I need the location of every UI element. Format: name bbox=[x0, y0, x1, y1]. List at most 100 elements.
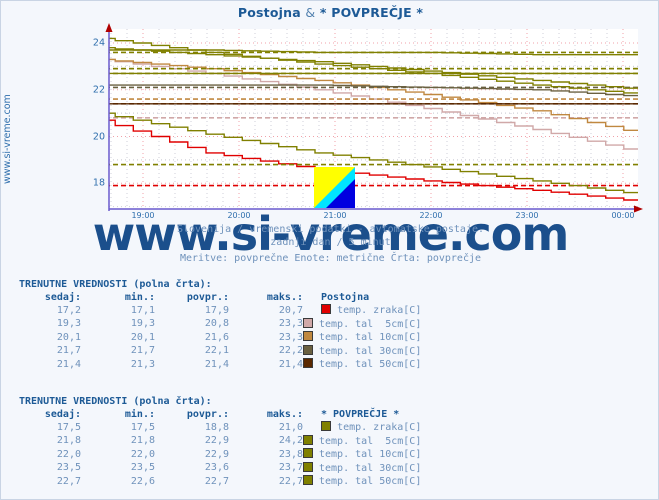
series-legend-cell: temp. tal 50cm[C] bbox=[303, 358, 421, 372]
series-legend-cell: temp. tal 5cm[C] bbox=[303, 434, 422, 449]
series-legend-cell: temp. tal 50cm[C] bbox=[303, 475, 421, 489]
table-station: sedaj: min.: povpr.: maks.: Postojna 17,… bbox=[19, 292, 421, 372]
legend-color-swatch bbox=[303, 358, 313, 368]
series-label: temp. tal 30cm[C] bbox=[319, 462, 422, 474]
legend-color-swatch bbox=[321, 421, 332, 431]
series-label: temp. tal 5cm[C] bbox=[319, 435, 422, 447]
table-row: 22,7 22,6 22,7 22,7 temp. tal 50cm[C] bbox=[19, 475, 421, 489]
table-row: 22,0 22,0 22,9 23,8 temp. tal 10cm[C] bbox=[19, 448, 421, 462]
series-legend-cell: temp. zraka[C] bbox=[303, 304, 421, 318]
cell-min: 17,1 bbox=[130, 304, 155, 316]
cell-maks: 20,7 bbox=[278, 304, 303, 316]
table-average: sedaj: min.: povpr.: maks.: * POVPREČJE … bbox=[19, 409, 421, 489]
title-average: * POVPREČJE * bbox=[319, 5, 424, 20]
cell-sedaj: 21,7 bbox=[56, 345, 81, 356]
col-header-group: Postojna bbox=[321, 292, 370, 303]
table-row: 17,2 17,1 17,9 20,7 temp. zraka[C] bbox=[19, 304, 421, 318]
cell-maks: 23,3 bbox=[278, 331, 303, 343]
axis-decorations bbox=[105, 23, 643, 213]
x-tick-label: 21:00 bbox=[323, 211, 347, 220]
legend-color-swatch bbox=[321, 304, 332, 314]
x-tick-label: 23:00 bbox=[515, 211, 539, 220]
series-label: temp. tal 50cm[C] bbox=[319, 359, 422, 370]
chart-subtitle: Slovenija / vremenski podatki - avtomats… bbox=[1, 223, 658, 249]
table-row: 23,5 23,5 23,6 23,7 temp. tal 30cm[C] bbox=[19, 461, 422, 476]
cell-maks: 22,7 bbox=[278, 475, 303, 487]
legend-color-swatch bbox=[303, 331, 313, 341]
cell-maks: 23,8 bbox=[278, 448, 303, 460]
cell-sedaj: 22,0 bbox=[56, 448, 81, 460]
cell-maks: 24,2 bbox=[278, 435, 303, 446]
series-label: temp. tal 50cm[C] bbox=[319, 476, 422, 487]
series-legend-cell: temp. zraka[C] bbox=[303, 421, 421, 435]
table-heading-station: TRENUTNE VREDNOSTI (polna črta): bbox=[19, 279, 212, 290]
cell-povpr: 18,8 bbox=[204, 421, 229, 433]
cell-min: 21,3 bbox=[130, 358, 155, 370]
cell-min: 22,6 bbox=[130, 475, 155, 487]
table-header-row: sedaj: min.: povpr.: maks.: * POVPREČJE … bbox=[19, 409, 421, 421]
cell-povpr: 17,9 bbox=[204, 304, 229, 316]
col-header-min: min.: bbox=[124, 409, 155, 420]
cell-sedaj: 17,2 bbox=[56, 304, 81, 316]
cell-povpr: 22,1 bbox=[204, 345, 229, 356]
table-body-average: 17,5 17,5 18,8 21,0 temp. zraka[C] 21,8 21,8 22… bbox=[19, 421, 421, 489]
cell-sedaj: 21,8 bbox=[56, 435, 81, 446]
cell-povpr: 20,8 bbox=[204, 318, 229, 329]
col-header-maks: maks.: bbox=[266, 409, 303, 420]
col-header-group: * POVPREČJE * bbox=[321, 409, 400, 420]
cell-sedaj: 17,5 bbox=[56, 421, 81, 433]
legend-color-swatch bbox=[303, 461, 313, 472]
col-header-povpr: povpr.: bbox=[186, 409, 229, 420]
table-row: 20,1 20,1 21,6 23,3 temp. tal 10cm[C] bbox=[19, 331, 421, 345]
col-header-sedaj: sedaj: bbox=[44, 292, 81, 303]
cell-min: 23,5 bbox=[130, 462, 155, 473]
table-row: 21,4 21,3 21,4 21,4 temp. tal 50cm[C] bbox=[19, 358, 421, 372]
subtitle-line-2: zadnji dan / 5 minut bbox=[270, 237, 391, 248]
table-heading-average: TRENUTNE VREDNOSTI (polna črta): bbox=[19, 396, 212, 407]
cell-maks: 21,4 bbox=[278, 358, 303, 370]
series-legend-cell: temp. tal 10cm[C] bbox=[303, 331, 421, 345]
cell-povpr: 21,4 bbox=[204, 358, 229, 370]
cell-sedaj: 21,4 bbox=[56, 358, 81, 370]
legend-color-swatch bbox=[303, 448, 313, 458]
cell-povpr: 22,7 bbox=[204, 475, 229, 487]
values-table-average: TRENUTNE VREDNOSTI (polna črta): sedaj: … bbox=[19, 396, 421, 489]
series-label: temp. zraka[C] bbox=[337, 305, 422, 316]
table-row: 19,3 19,3 20,8 23,3 temp. tal 5cm[C] bbox=[19, 317, 422, 332]
x-tick-label: 00:00 bbox=[611, 211, 635, 220]
cell-povpr: 21,6 bbox=[204, 331, 229, 343]
series-legend-cell: temp. tal 30cm[C] bbox=[303, 344, 422, 359]
table-row: 21,7 21,7 22,1 22,2 temp. tal 30cm[C] bbox=[19, 344, 422, 359]
cell-min: 17,5 bbox=[130, 421, 155, 433]
page-title: Postojna & * POVPREČJE * bbox=[1, 5, 658, 20]
series-label: temp. tal 30cm[C] bbox=[319, 345, 422, 357]
cell-povpr: 22,9 bbox=[204, 435, 229, 446]
cell-min: 21,7 bbox=[130, 345, 155, 356]
col-header-povpr: povpr.: bbox=[186, 292, 229, 303]
series-label: temp. tal 10cm[C] bbox=[319, 449, 422, 460]
x-tick-label: 19:00 bbox=[131, 211, 155, 220]
col-header-sedaj: sedaj: bbox=[44, 409, 81, 420]
series-label: temp. tal 10cm[C] bbox=[319, 332, 422, 343]
legend-color-swatch bbox=[303, 344, 313, 355]
measurement-info: Meritve: povprečne Enote: metrične Črta:… bbox=[179, 253, 482, 264]
cell-maks: 23,3 bbox=[278, 318, 303, 329]
table-row: 21,8 21,8 22,9 24,2 temp. tal 5cm[C] bbox=[19, 434, 422, 449]
legend-color-swatch bbox=[303, 475, 313, 485]
cell-min: 20,1 bbox=[130, 331, 155, 343]
legend-color-swatch bbox=[303, 317, 313, 328]
si-vreme-logo-icon bbox=[314, 167, 355, 208]
title-station: Postojna bbox=[237, 5, 301, 20]
cell-sedaj: 22,7 bbox=[56, 475, 81, 487]
title-separator: & bbox=[305, 5, 316, 20]
subtitle-line-1: Slovenija / vremenski podatki - avtomats… bbox=[176, 224, 485, 235]
table-body-station: 17,2 17,1 17,9 20,7 temp. zraka[C] 19,3 19,3 20… bbox=[19, 304, 421, 372]
cell-maks: 23,7 bbox=[278, 462, 303, 473]
cell-min: 22,0 bbox=[130, 448, 155, 460]
cell-sedaj: 23,5 bbox=[56, 462, 81, 473]
table-header-row: sedaj: min.: povpr.: maks.: Postojna bbox=[19, 292, 421, 304]
series-label: temp. tal 5cm[C] bbox=[319, 318, 422, 330]
col-header-min: min.: bbox=[124, 292, 155, 303]
cell-povpr: 23,6 bbox=[204, 462, 229, 473]
cell-maks: 22,2 bbox=[278, 345, 303, 356]
